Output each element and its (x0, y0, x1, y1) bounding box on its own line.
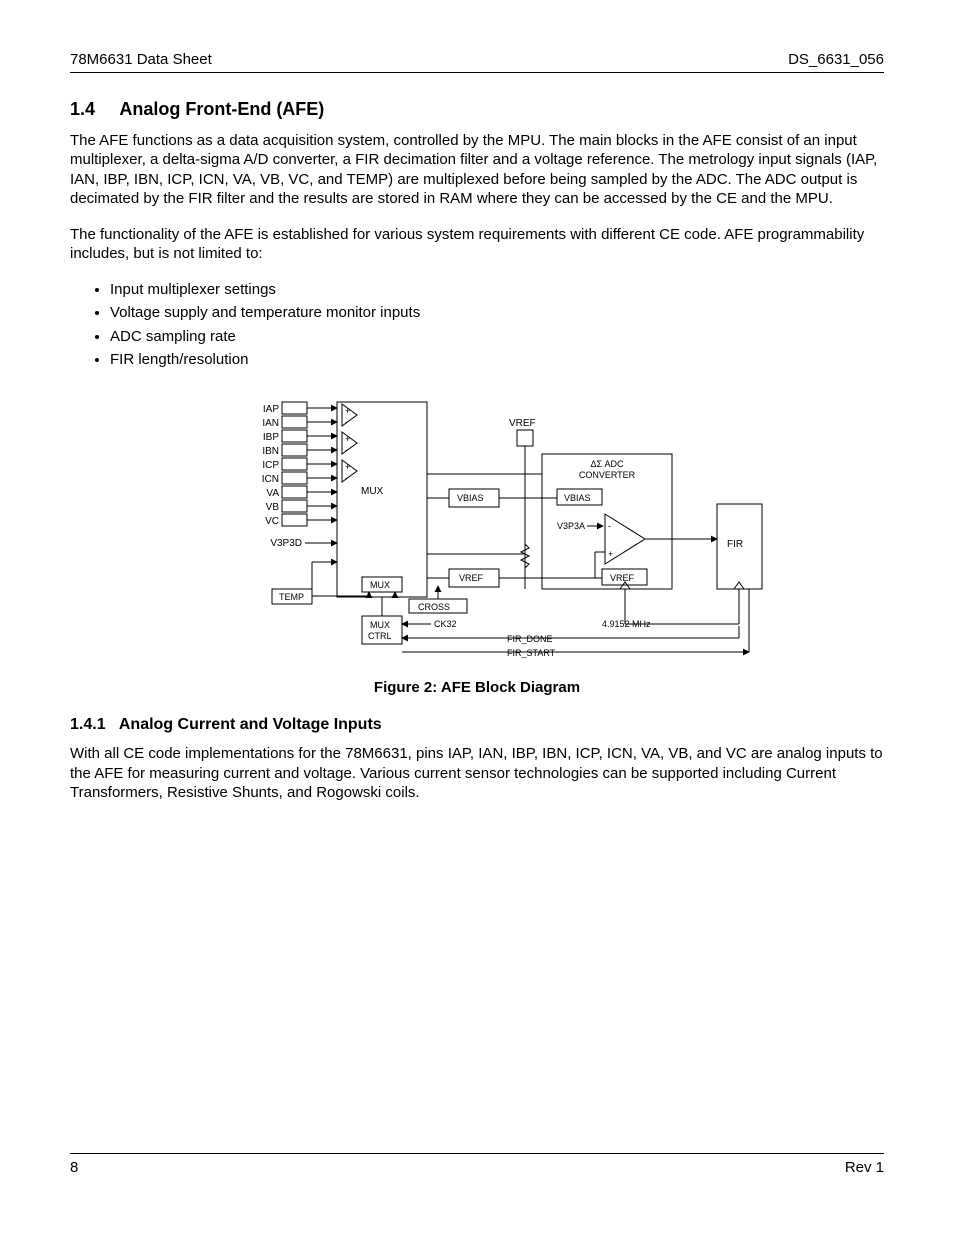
paragraph-3: With all CE code implementations for the… (70, 744, 884, 803)
svg-text:IBN: IBN (262, 446, 279, 457)
page-footer: 8 Rev 1 (70, 1153, 884, 1178)
bullet-item: Input multiplexer settings (110, 280, 884, 300)
header-right: DS_6631_056 (788, 50, 884, 70)
subsection-heading: 1.4.1 Analog Current and Voltage Inputs (70, 715, 884, 736)
svg-text:TEMP: TEMP (279, 592, 304, 602)
svg-text:FIR_DONE: FIR_DONE (507, 634, 553, 644)
svg-text:+: + (608, 549, 613, 559)
revision: Rev 1 (845, 1158, 884, 1178)
svg-text:VREF: VREF (509, 418, 536, 429)
paragraph-2: The functionality of the AFE is establis… (70, 225, 884, 264)
subsection-number: 1.4.1 (70, 715, 115, 736)
svg-text:CTRL: CTRL (368, 631, 392, 641)
svg-text:-: - (345, 473, 348, 483)
section-heading: 1.4 Analog Front-End (AFE) (70, 98, 884, 121)
svg-text:-: - (345, 417, 348, 427)
svg-text:VBIAS: VBIAS (564, 493, 591, 503)
figure-caption: Figure 2: AFE Block Diagram (70, 678, 884, 698)
svg-text:V3P3A: V3P3A (557, 521, 585, 531)
svg-text:ICN: ICN (262, 474, 279, 485)
svg-text:IBP: IBP (263, 432, 279, 443)
svg-text:IAP: IAP (263, 404, 279, 415)
svg-text:VREF: VREF (459, 573, 484, 583)
bullet-list: Input multiplexer settings Voltage suppl… (70, 280, 884, 370)
svg-text:VREF: VREF (610, 573, 635, 583)
section-number: 1.4 (70, 98, 115, 121)
svg-text:V3P3D: V3P3D (270, 538, 302, 549)
header-left: 78M6631 Data Sheet (70, 50, 212, 70)
svg-text:CK32: CK32 (434, 619, 457, 629)
svg-text:ΔΣ ADC: ΔΣ ADC (590, 459, 624, 469)
svg-text:-: - (608, 521, 611, 531)
svg-text:+: + (345, 434, 350, 444)
page-header: 78M6631 Data Sheet DS_6631_056 (70, 50, 884, 73)
svg-text:CONVERTER: CONVERTER (579, 470, 636, 480)
svg-text:VBIAS: VBIAS (457, 493, 484, 503)
page-number: 8 (70, 1158, 78, 1178)
bullet-item: FIR length/resolution (110, 350, 884, 370)
paragraph-1: The AFE functions as a data acquisition … (70, 131, 884, 209)
bullet-item: ADC sampling rate (110, 327, 884, 347)
svg-text:FIR: FIR (727, 539, 743, 550)
svg-text:+: + (345, 406, 350, 416)
svg-text:FIR_START: FIR_START (507, 648, 556, 658)
svg-text:MUX: MUX (361, 486, 384, 497)
bullet-item: Voltage supply and temperature monitor i… (110, 303, 884, 323)
svg-text:VC: VC (265, 516, 279, 527)
section-title: Analog Front-End (AFE) (119, 99, 324, 119)
afe-block-diagram: MUX IAP IAN IBP IBN ICP ICN VA VB VC + -… (70, 394, 884, 664)
svg-text:MUX: MUX (370, 580, 390, 590)
svg-text:ICP: ICP (262, 460, 279, 471)
svg-text:VA: VA (266, 488, 279, 499)
subsection-title: Analog Current and Voltage Inputs (119, 716, 382, 733)
svg-text:IAN: IAN (262, 418, 279, 429)
svg-text:-: - (345, 445, 348, 455)
svg-text:VB: VB (266, 502, 280, 513)
svg-text:CROSS: CROSS (418, 602, 450, 612)
svg-text:+: + (345, 462, 350, 472)
svg-text:MUX: MUX (370, 620, 390, 630)
